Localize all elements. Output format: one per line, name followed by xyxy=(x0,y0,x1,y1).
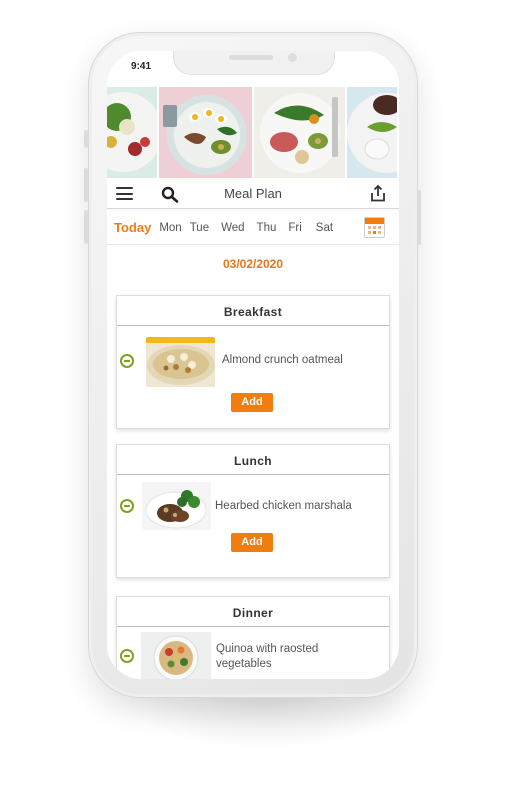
dinner-food-image xyxy=(141,632,211,679)
speaker xyxy=(229,55,273,60)
calendar-icon-grid xyxy=(368,226,381,234)
food-photo-graphic xyxy=(260,93,340,173)
lunch-food-image xyxy=(142,482,211,530)
breakfast-item-name[interactable]: Almond crunch oatmeal xyxy=(222,353,343,368)
dinner-item-name[interactable]: Quinoa with raosted vegetables xyxy=(216,642,318,672)
day-tue[interactable]: Tue xyxy=(190,222,209,234)
camera xyxy=(288,53,297,62)
app-screen: 9:41 Meal Plan Today Mon Tue Wed Thu Fri… xyxy=(107,51,399,679)
day-fri[interactable]: Fri xyxy=(288,222,301,234)
remove-icon[interactable] xyxy=(120,499,134,513)
remove-icon[interactable] xyxy=(120,354,134,368)
dinner-card: Dinner Quinoa with raosted vegetables xyxy=(116,596,390,679)
food-photo-graphic xyxy=(107,92,157,172)
remove-icon[interactable] xyxy=(120,649,134,663)
share-icon[interactable] xyxy=(370,185,386,202)
food-photo-graphic xyxy=(163,95,247,175)
add-lunch-button[interactable]: Add xyxy=(231,533,273,552)
food-photo-graphic xyxy=(347,93,397,173)
side-button xyxy=(84,168,88,202)
top-app-bar: Meal Plan xyxy=(107,178,399,209)
oatmeal-photo xyxy=(146,337,215,387)
lunch-item-name[interactable]: Hearbed chicken marshala xyxy=(215,499,352,514)
breakfast-card: Breakfast Almond crunch oatmeal Add xyxy=(116,295,390,429)
stage: 9:41 Meal Plan Today Mon Tue Wed Thu Fri… xyxy=(0,0,506,795)
breakfast-food-image xyxy=(146,337,215,387)
lunch-card: Lunch Hearbed chicken marshala Add xyxy=(116,444,390,578)
dinner-item-line2: vegetables xyxy=(216,658,272,670)
food-photo xyxy=(347,87,399,178)
day-today[interactable]: Today xyxy=(114,220,151,235)
day-wed[interactable]: Wed xyxy=(221,222,244,234)
day-thu[interactable]: Thu xyxy=(257,222,277,234)
food-photo xyxy=(159,87,254,178)
day-sat[interactable]: Sat xyxy=(316,222,333,234)
breakfast-title: Breakfast xyxy=(117,296,389,326)
lunch-title: Lunch xyxy=(117,445,389,475)
notch xyxy=(173,51,335,75)
side-button xyxy=(417,190,421,245)
day-mon[interactable]: Mon xyxy=(159,222,181,234)
status-time: 9:41 xyxy=(131,61,152,72)
calendar-icon[interactable] xyxy=(364,217,385,238)
add-breakfast-button[interactable]: Add xyxy=(231,393,273,412)
page-title: Meal Plan xyxy=(224,186,282,201)
side-button xyxy=(84,210,88,244)
week-day-selector: Today Mon Tue Wed Thu Fri Sat xyxy=(107,211,399,245)
chicken-photo xyxy=(142,482,211,530)
dinner-item-line1: Quinoa with raosted xyxy=(216,643,319,655)
quinoa-photo xyxy=(141,632,211,679)
side-button xyxy=(84,130,88,148)
food-photo xyxy=(254,87,347,178)
hero-food-banner xyxy=(107,87,399,178)
dinner-title: Dinner xyxy=(117,597,389,627)
selected-date: 03/02/2020 xyxy=(222,257,284,271)
food-photo xyxy=(107,87,159,178)
